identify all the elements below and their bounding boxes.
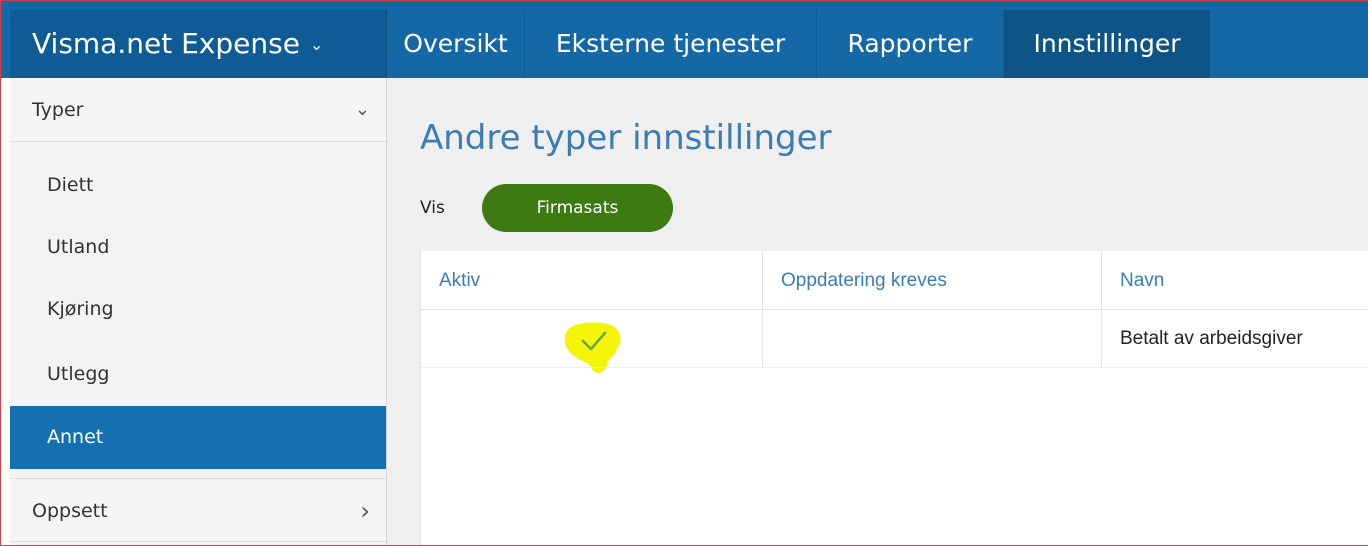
settings-table: Aktiv Oppdatering kreves Navn Betalt av … — [420, 251, 1368, 546]
chevron-down-icon: ⌄ — [354, 99, 370, 120]
column-header-oppdatering-kreves[interactable]: Oppdatering kreves — [763, 251, 1102, 310]
tab-oversikt[interactable]: Oversikt — [387, 10, 525, 78]
app-title: Visma.net Expense — [32, 27, 300, 60]
filter-label: Vis — [420, 198, 445, 218]
sidebar-group-typer[interactable]: Typer ⌄ — [10, 78, 386, 142]
sidebar-item-utland[interactable]: Utland — [10, 216, 386, 279]
sidebar-item-diett[interactable]: Diett — [10, 154, 386, 217]
sidebar: Typer ⌄ Diett Utland Kjøring Utlegg Anne… — [10, 78, 387, 546]
top-navigation-bar: Visma.net Expense ⌄ Oversikt Eksterne tje… — [0, 0, 1368, 78]
cell-navn: Betalt av arbeidsgiver — [1120, 328, 1303, 349]
sidebar-group-oppsett[interactable]: Oppsett › — [10, 478, 386, 542]
sidebar-item-kjoring[interactable]: Kjøring — [10, 278, 386, 341]
cell-oppdatering-kreves — [763, 310, 1102, 367]
sidebar-group-label: Typer — [32, 99, 84, 121]
app-switcher[interactable]: Visma.net Expense ⌄ — [10, 10, 387, 78]
sidebar-item-annet[interactable]: Annet — [10, 406, 386, 469]
tab-rapporter[interactable]: Rapporter — [817, 10, 1004, 78]
column-header-aktiv[interactable]: Aktiv — [421, 251, 763, 310]
tab-eksterne-tjenester[interactable]: Eksterne tjenester — [525, 10, 817, 78]
firmasats-filter-button[interactable]: Firmasats — [482, 184, 673, 232]
tab-innstillinger[interactable]: Innstillinger — [1004, 10, 1210, 78]
page-title: Andre typer innstillinger — [420, 118, 832, 158]
chevron-right-icon: › — [360, 497, 370, 525]
row-divider — [421, 367, 1368, 368]
main-content: Andre typer innstillinger Vis Firmasats … — [387, 78, 1368, 546]
column-header-navn[interactable]: Navn — [1102, 251, 1368, 310]
sidebar-group-label: Oppsett — [32, 500, 108, 522]
chevron-down-icon: ⌄ — [309, 35, 324, 54]
sidebar-item-utlegg[interactable]: Utlegg — [10, 343, 386, 406]
